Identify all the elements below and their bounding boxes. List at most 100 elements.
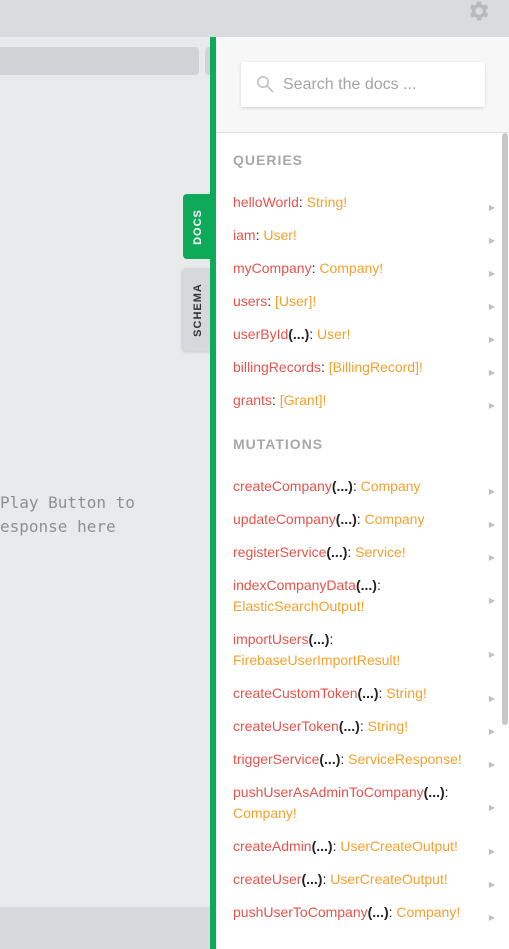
field-args[interactable]: (...): [339, 718, 360, 734]
query-field-row[interactable]: billingRecords: [BillingRecord]! ▶: [233, 357, 495, 378]
field-type[interactable]: Company: [365, 511, 425, 527]
mutation-field-row[interactable]: pushUserAsAdminToCompany(...): Company! …: [233, 782, 495, 824]
field-name[interactable]: createUserToken: [233, 718, 339, 734]
field-name[interactable]: importUsers: [233, 631, 308, 647]
field-name[interactable]: pushUserAsAdminToCompany: [233, 784, 424, 800]
field-type[interactable]: FirebaseUserImportResult!: [233, 652, 400, 668]
field-type[interactable]: Company!: [319, 260, 383, 276]
mutation-field-row[interactable]: createCustomToken(...): String! ▶: [233, 683, 495, 704]
field-args[interactable]: (...): [326, 544, 347, 560]
field-name[interactable]: indexCompanyData: [233, 577, 356, 593]
field-separator: :: [298, 194, 307, 210]
query-field-row[interactable]: myCompany: Company! ▶: [233, 258, 495, 279]
field-type[interactable]: String!: [307, 194, 347, 210]
field-separator: :: [444, 784, 449, 800]
field-args[interactable]: (...): [301, 871, 322, 887]
field-type[interactable]: User!: [263, 227, 296, 243]
mutation-field-row[interactable]: createAdmin(...): UserCreateOutput! ▶: [233, 836, 495, 857]
mutation-field-row[interactable]: createCompany(...): Company ▶: [233, 476, 495, 497]
field-type[interactable]: User!: [317, 326, 350, 342]
tab-schema[interactable]: SCHEMA: [183, 268, 212, 351]
field-separator: :: [356, 511, 365, 527]
gear-icon[interactable]: [465, 0, 491, 24]
field-name[interactable]: userById: [233, 326, 288, 342]
scrollbar-thumb[interactable]: [502, 133, 508, 725]
field-name[interactable]: createCompany: [233, 478, 332, 494]
mutation-field-row[interactable]: triggerService(...): ServiceResponse! ▶: [233, 749, 495, 770]
triangle-right-icon: ▶: [488, 726, 495, 736]
field-name[interactable]: triggerService: [233, 751, 319, 767]
field-type[interactable]: Company!: [396, 904, 460, 920]
field-type[interactable]: Company: [361, 478, 421, 494]
field-type[interactable]: UserCreateOutput!: [340, 838, 458, 854]
queries-heading: QUERIES: [233, 152, 304, 168]
field-args[interactable]: (...): [368, 904, 389, 920]
mutation-field-row[interactable]: importUsers(...): FirebaseUserImportResu…: [233, 629, 495, 671]
query-field-row[interactable]: grants: [Grant]! ▶: [233, 390, 495, 411]
docs-scrollbar[interactable]: [501, 133, 509, 949]
field-name[interactable]: createAdmin: [233, 838, 312, 854]
field-args[interactable]: (...): [312, 838, 333, 854]
docs-panel: QUERIES MUTATIONS helloWorld: String! ▶ …: [216, 37, 509, 949]
field-name[interactable]: createCustomToken: [233, 685, 358, 701]
query-field-row[interactable]: users: [User]! ▶: [233, 291, 495, 312]
mutation-field-row[interactable]: registerService(...): Service! ▶: [233, 542, 495, 563]
field-name[interactable]: registerService: [233, 544, 326, 560]
field-name[interactable]: iam: [233, 227, 256, 243]
field-separator: :: [320, 359, 329, 375]
mutation-field-row[interactable]: createUserToken(...): String! ▶: [233, 716, 495, 737]
mutation-field-row[interactable]: updateCompany(...): Company ▶: [233, 509, 495, 530]
field-name[interactable]: pushUserToCompany: [233, 904, 368, 920]
mutations-heading: MUTATIONS: [233, 436, 324, 452]
query-field-row[interactable]: helloWorld: String! ▶: [233, 192, 495, 213]
field-separator: :: [359, 718, 368, 734]
search-icon: [257, 76, 274, 93]
field-name[interactable]: myCompany: [233, 260, 312, 276]
field-type[interactable]: [Grant]!: [280, 392, 327, 408]
field-type[interactable]: String!: [368, 718, 408, 734]
url-bar[interactable]: [0, 47, 199, 75]
field-type[interactable]: ServiceResponse!: [348, 751, 462, 767]
result-placeholder-line: Play Button to: [0, 493, 135, 512]
field-name[interactable]: users: [233, 293, 267, 309]
field-type[interactable]: [BillingRecord]!: [329, 359, 423, 375]
triangle-right-icon: ▶: [488, 693, 495, 703]
tab-docs[interactable]: DOCS: [183, 194, 212, 259]
field-name[interactable]: billingRecords: [233, 359, 321, 375]
field-separator: :: [352, 478, 361, 494]
field-args[interactable]: (...): [358, 685, 379, 701]
field-args[interactable]: (...): [336, 511, 357, 527]
triangle-right-icon: ▶: [488, 879, 495, 889]
field-name[interactable]: helloWorld: [233, 194, 299, 210]
query-field-row[interactable]: iam: User! ▶: [233, 225, 495, 246]
triangle-right-icon: ▶: [488, 759, 495, 769]
top-toolbar: [0, 0, 509, 37]
tab-schema-label: SCHEMA: [191, 282, 204, 337]
field-name[interactable]: grants: [233, 392, 272, 408]
mutation-field-row[interactable]: indexCompanyData(...): ElasticSearchOutp…: [233, 575, 495, 617]
field-args[interactable]: (...): [308, 631, 329, 647]
mutation-field-row[interactable]: pushUserToCompany(...): Company! ▶: [233, 902, 495, 923]
field-separator: :: [267, 293, 276, 309]
triangle-right-icon: ▶: [488, 519, 495, 529]
field-name[interactable]: createUser: [233, 871, 301, 887]
field-args[interactable]: (...): [356, 577, 377, 593]
field-args[interactable]: (...): [424, 784, 445, 800]
search-input[interactable]: [283, 62, 473, 107]
field-name[interactable]: updateCompany: [233, 511, 336, 527]
field-type[interactable]: Company!: [233, 805, 297, 821]
field-separator: :: [376, 577, 381, 593]
field-separator: :: [309, 326, 318, 342]
mutation-field-row[interactable]: createUser(...): UserCreateOutput! ▶: [233, 869, 495, 890]
triangle-right-icon: ▶: [488, 912, 495, 922]
field-type[interactable]: String!: [386, 685, 426, 701]
query-field-row[interactable]: userById(...): User! ▶: [233, 324, 495, 345]
triangle-right-icon: ▶: [488, 235, 495, 245]
field-type[interactable]: [User]!: [275, 293, 316, 309]
field-args[interactable]: (...): [319, 751, 340, 767]
field-type[interactable]: UserCreateOutput!: [330, 871, 448, 887]
field-type[interactable]: Service!: [355, 544, 406, 560]
field-args[interactable]: (...): [332, 478, 353, 494]
search-box[interactable]: [241, 62, 485, 107]
field-type[interactable]: ElasticSearchOutput!: [233, 598, 365, 614]
